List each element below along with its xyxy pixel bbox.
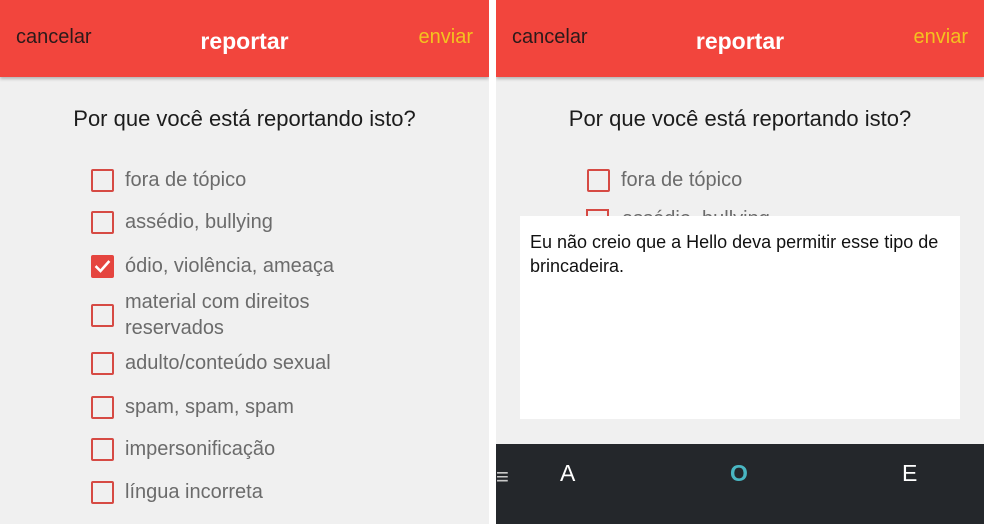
option-label: material com direitos reservados (125, 291, 310, 339)
report-screen-right: cancelar reportar enviar Por que você es… (496, 0, 984, 524)
option-adult[interactable]: adulto/conteúdo sexual (91, 350, 471, 376)
option-label: spam, spam, spam (125, 396, 294, 418)
option-copyright[interactable]: material com direitos reservados (91, 289, 351, 341)
report-text-value: Eu não creio que a Hello deva permitir e… (530, 232, 939, 276)
option-hate[interactable]: ódio, violência, ameaça (91, 253, 471, 279)
page-title: reportar (200, 28, 289, 54)
checkbox-checked[interactable] (91, 254, 114, 278)
option-label: assédio, bullying (125, 211, 273, 233)
menu-icon[interactable]: ≡ (496, 464, 509, 490)
checkbox[interactable] (91, 351, 114, 375)
report-text-field[interactable]: Eu não creio que a Hello deva permitir e… (520, 216, 960, 419)
send-button[interactable]: enviar (419, 26, 473, 49)
checkbox[interactable] (91, 168, 114, 192)
checkbox[interactable] (91, 437, 114, 461)
checkbox[interactable] (587, 168, 610, 192)
checkbox[interactable] (91, 210, 114, 234)
option-spam[interactable]: spam, spam, spam (91, 394, 471, 420)
suggestion-right[interactable]: E (902, 460, 917, 487)
option-label: assédio, bullying (622, 206, 772, 216)
option-harassment[interactable]: assédio, bullying (91, 209, 471, 235)
checkbox[interactable] (91, 480, 114, 504)
option-impersonation[interactable]: impersonificação (91, 436, 471, 462)
app-header: cancelar reportar enviar (496, 0, 984, 77)
option-label: língua incorreta (125, 481, 263, 503)
question-heading: Por que você está reportando isto? (73, 106, 416, 131)
question-heading: Por que você está reportando isto? (568, 106, 912, 131)
option-label: adulto/conteúdo sexual (125, 352, 331, 374)
checkbox[interactable] (91, 303, 114, 327)
option-off-topic[interactable]: fora de tópico (587, 167, 967, 193)
option-label: impersonificação (125, 438, 276, 460)
suggestion-middle[interactable]: O (730, 460, 748, 487)
keyboard: ≡ A O E (496, 444, 984, 524)
option-off-topic[interactable]: fora de tópico (91, 167, 471, 193)
checkmark-icon (94, 259, 111, 273)
option-wrong-language[interactable]: língua incorreta (91, 479, 471, 505)
option-label: ódio, violência, ameaça (125, 255, 335, 277)
send-button[interactable]: enviar (914, 26, 968, 49)
app-header: cancelar reportar enviar (0, 0, 489, 77)
option-label: fora de tópico (125, 169, 247, 191)
report-screen-left: cancelar reportar enviar Por que você es… (0, 0, 489, 524)
checkbox[interactable] (91, 395, 114, 419)
suggestion-left[interactable]: A (560, 460, 575, 487)
option-label: fora de tópico (621, 169, 743, 191)
page-title: reportar (695, 28, 785, 54)
